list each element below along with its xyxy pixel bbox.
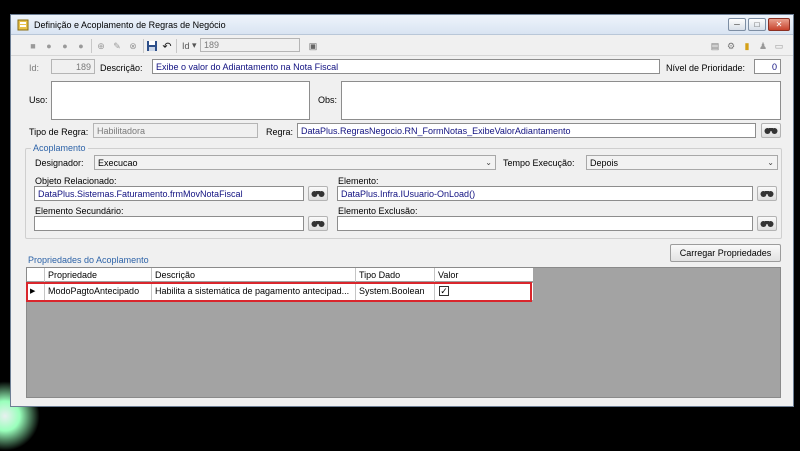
objeto-relacionado-label: Objeto Relacionado: [35, 176, 117, 186]
binoculars-icon [760, 221, 774, 227]
tempo-execucao-label: Tempo Execução: [503, 158, 575, 168]
save-icon[interactable] [146, 40, 158, 52]
next-icon[interactable]: ● [75, 40, 87, 52]
obs-label: Obs: [318, 95, 338, 105]
print-icon[interactable]: ▤ [709, 40, 721, 52]
maximize-button[interactable]: □ [748, 18, 766, 31]
toolbar-separator [143, 39, 144, 53]
undo-icon[interactable]: ↶ [161, 40, 173, 53]
row-header-corner [27, 268, 45, 282]
delete-icon[interactable]: ⊗ [127, 40, 139, 52]
chevron-down-icon: ⌄ [485, 158, 492, 167]
first-icon[interactable]: ● [59, 40, 71, 52]
close-button[interactable]: ✕ [768, 18, 790, 31]
objeto-relacionado-input[interactable]: DataPlus.Sistemas.Faturamento.frmMovNota… [34, 186, 304, 201]
prioridade-input[interactable]: 0 [754, 59, 781, 74]
toolbar-id-input[interactable]: 189 [200, 38, 300, 52]
new-icon[interactable]: ■ [27, 40, 39, 52]
uso-textarea[interactable] [51, 81, 310, 120]
designador-value: Execucao [98, 158, 138, 168]
user-icon[interactable]: ♟ [757, 40, 769, 52]
minimize-button[interactable]: ─ [728, 18, 746, 31]
toolbar: ■ ● ● ● ⊕ ✎ ⊗ ↶ Id ▾ 189 ▣ ▤ ⚙ ▮ ♟ ▭ [11, 36, 793, 56]
add-icon[interactable]: ⊕ [95, 40, 107, 52]
objeto-search-button[interactable] [308, 186, 328, 201]
carregar-propriedades-button[interactable]: Carregar Propriedades [670, 244, 781, 262]
id-dropdown-icon[interactable]: ▾ [192, 40, 197, 51]
descricao-label: Descrição: [100, 63, 143, 73]
regra-search-button[interactable] [761, 123, 781, 138]
elemento-exclusao-label: Elemento Exclusão: [338, 206, 418, 216]
id-field: 189 [51, 59, 95, 74]
acoplamento-title: Acoplamento [31, 143, 88, 153]
row-highlight [26, 282, 532, 302]
tipo-regra-field: Habilitadora [93, 123, 258, 138]
tempo-execucao-value: Depois [590, 158, 619, 168]
search-icon[interactable]: ▣ [307, 40, 319, 52]
tipo-regra-label: Tipo de Regra: [29, 127, 89, 137]
binoculars-icon [311, 191, 325, 197]
binoculars-icon [764, 128, 778, 134]
binoculars-icon [760, 191, 774, 197]
id-label: Id: [29, 63, 40, 73]
obs-textarea[interactable] [341, 81, 781, 120]
app-icon [17, 19, 29, 31]
column-header-valor[interactable]: Valor [435, 268, 533, 282]
toolbar-separator [176, 39, 177, 53]
rules-window: Definição e Acoplamento de Regras de Neg… [10, 14, 794, 407]
column-header-descricao[interactable]: Descrição [152, 268, 356, 282]
toolbar-separator [91, 39, 92, 53]
chevron-down-icon: ⌄ [767, 158, 774, 167]
tempo-execucao-select[interactable]: Depois ⌄ [586, 155, 778, 170]
exit-icon[interactable]: ▭ [773, 40, 785, 52]
column-header-tipo-dado[interactable]: Tipo Dado [356, 268, 435, 282]
prioridade-label: Nível de Prioridade: [666, 63, 746, 73]
settings-icon[interactable]: ⚙ [725, 40, 737, 52]
elemento-exclusao-input[interactable] [337, 216, 753, 231]
designador-select[interactable]: Execucao ⌄ [94, 155, 496, 170]
propriedades-title: Propriedades do Acoplamento [28, 255, 149, 265]
elemento-secundario-label: Elemento Secundário: [35, 206, 124, 216]
grid-header: Propriedade Descrição Tipo Dado Valor [27, 268, 533, 282]
regra-input[interactable]: DataPlus.RegrasNegocio.RN_FormNotas_Exib… [297, 123, 756, 138]
designador-label: Designador: [35, 158, 84, 168]
descricao-input[interactable]: Exibe o valor do Adiantamento na Nota Fi… [152, 59, 660, 74]
toolbar-id-label: Id [182, 41, 190, 51]
binoculars-icon [311, 221, 325, 227]
title-bar[interactable]: Definição e Acoplamento de Regras de Neg… [11, 15, 793, 35]
regra-label: Regra: [266, 127, 294, 137]
elemento-label: Elemento: [338, 176, 379, 186]
uso-label: Uso: [29, 95, 48, 105]
note-icon[interactable]: ▮ [741, 40, 753, 52]
elemento-secundario-input[interactable] [34, 216, 304, 231]
elemento-input[interactable]: DataPlus.Infra.IUsuario-OnLoad() [337, 186, 753, 201]
edit-icon[interactable]: ✎ [111, 40, 123, 52]
elemento-search-button[interactable] [757, 186, 777, 201]
window-title: Definição e Acoplamento de Regras de Neg… [34, 20, 226, 30]
previous-icon[interactable]: ● [43, 40, 55, 52]
column-header-propriedade[interactable]: Propriedade [45, 268, 152, 282]
elemento-secundario-search-button[interactable] [308, 216, 328, 231]
elemento-exclusao-search-button[interactable] [757, 216, 777, 231]
